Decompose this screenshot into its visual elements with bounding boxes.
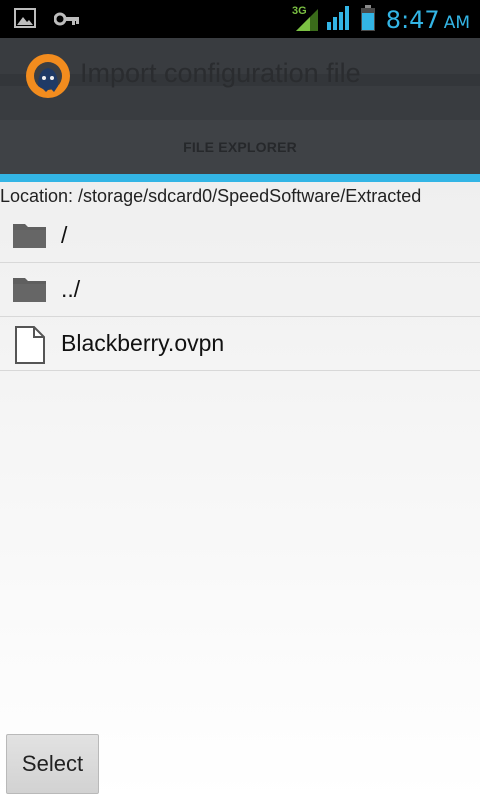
vpn-key-icon: [53, 11, 80, 30]
file-name: Blackberry.ovpn: [61, 330, 225, 356]
tab-selected-indicator: [0, 174, 480, 182]
action-bar: Import configuration file: [0, 38, 480, 120]
openvpn-logo-icon[interactable]: [24, 52, 72, 100]
network-type-label: 3G: [292, 5, 307, 17]
clock-ampm: AM: [443, 13, 470, 33]
tab-bar: FILE EXPLORER: [0, 120, 480, 174]
select-button[interactable]: Select: [6, 734, 99, 794]
signal-3g-icon: 3G: [292, 3, 320, 37]
file-explorer-content: Location: /storage/sdcard0/SpeedSoftware…: [0, 182, 480, 800]
file-name: ../: [61, 276, 81, 302]
folder-icon: [12, 272, 48, 308]
file-row-parent[interactable]: ../: [0, 263, 480, 317]
file-row-root[interactable]: /: [0, 209, 480, 263]
file-name: /: [61, 222, 68, 248]
file-row-blackberry-ovpn[interactable]: Blackberry.ovpn: [0, 317, 480, 371]
folder-icon: [12, 218, 48, 254]
tab-file-explorer[interactable]: FILE EXPLORER: [0, 120, 480, 174]
battery-icon: [360, 4, 376, 36]
signal-icon: [326, 4, 352, 36]
clock-time: 8:47: [385, 6, 440, 34]
file-list: / ../ Blackberry.ovpn: [0, 209, 480, 371]
location-label: Location: /storage/sdcard0/SpeedSoftware…: [0, 186, 422, 206]
status-bar: 3G 8:47 AM: [0, 0, 480, 38]
image-icon: [14, 8, 36, 32]
status-clock: 8:47 AM: [386, 6, 470, 34]
file-icon: [12, 326, 48, 364]
page-title: Import configuration file: [80, 58, 361, 88]
